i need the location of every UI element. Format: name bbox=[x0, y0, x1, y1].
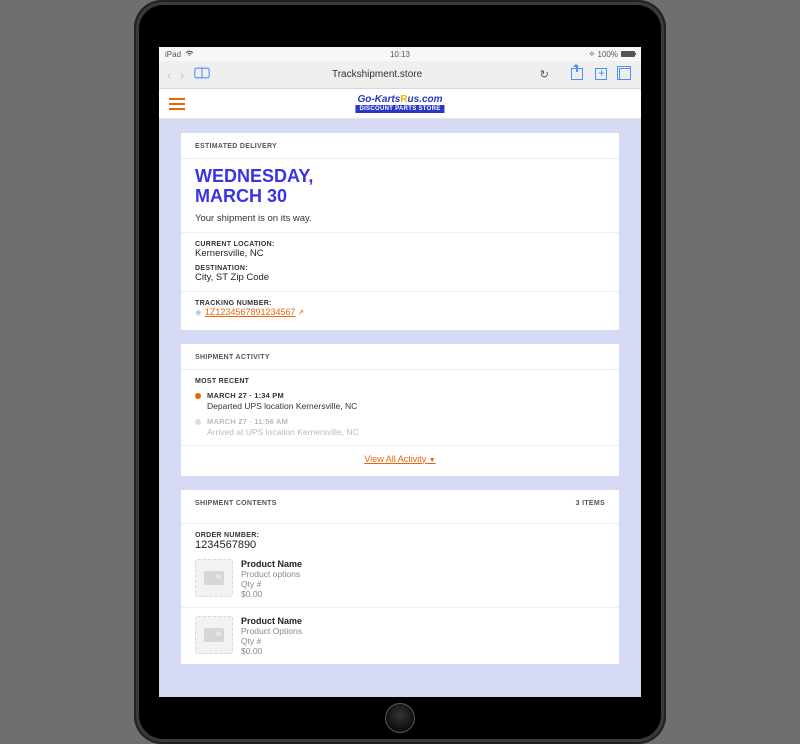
order-number-label: ORDER NUMBER: bbox=[195, 532, 605, 539]
product-qty: Qty # bbox=[241, 579, 302, 589]
activity-section-label: SHIPMENT ACTIVITY bbox=[195, 354, 605, 361]
reload-button[interactable]: ↻ bbox=[540, 68, 549, 81]
page-body: ESTIMATED DELIVERY WEDNESDAY, MARCH 30 Y… bbox=[159, 119, 641, 697]
shipment-status: Your shipment is on its way. bbox=[195, 213, 605, 224]
bookmarks-button[interactable] bbox=[190, 67, 214, 82]
activity-item: MARCH 27 · 1:34 PM Departed UPS location… bbox=[195, 391, 605, 411]
home-button[interactable] bbox=[385, 703, 415, 733]
delivery-section-label: ESTIMATED DELIVERY bbox=[195, 143, 605, 150]
delivery-card: ESTIMATED DELIVERY WEDNESDAY, MARCH 30 Y… bbox=[181, 133, 619, 330]
destination-label: DESTINATION: bbox=[195, 265, 605, 272]
app-header: Go-KartsRus.com DISCOUNT PARTS STORE bbox=[159, 89, 641, 119]
product-options: Product Options bbox=[241, 626, 302, 636]
order-number-value: 1234567890 bbox=[195, 539, 605, 551]
tracking-row: ◈1Z1234567891234567↗ bbox=[195, 307, 605, 318]
share-button[interactable] bbox=[567, 67, 587, 83]
product-thumbnail bbox=[195, 616, 233, 654]
product-price: $0.00 bbox=[241, 646, 302, 656]
tabs-button[interactable] bbox=[615, 67, 635, 83]
forward-button[interactable]: › bbox=[178, 67, 187, 83]
tracking-number-label: TRACKING NUMBER: bbox=[195, 300, 605, 307]
divider bbox=[181, 523, 619, 524]
clock: 10:13 bbox=[159, 50, 641, 59]
activity-dot-icon bbox=[195, 419, 201, 425]
divider bbox=[181, 445, 619, 446]
ipad-bezel: iPad 10:13 ⟡ 100% ‹ › Tracks bbox=[139, 5, 661, 739]
url-text: Trackshipment.store bbox=[332, 69, 422, 80]
product-row: Product Name Product options Qty # $0.00 bbox=[195, 551, 605, 607]
contents-card: SHIPMENT CONTENTS 3 ITEMS ORDER NUMBER: … bbox=[181, 490, 619, 664]
screen: iPad 10:13 ⟡ 100% ‹ › Tracks bbox=[159, 47, 641, 697]
activity-dot-icon bbox=[195, 393, 201, 399]
most-recent-label: MOST RECENT bbox=[195, 378, 605, 385]
tracking-link[interactable]: 1Z1234567891234567 bbox=[205, 307, 296, 317]
product-name: Product Name bbox=[241, 616, 302, 626]
ipad-frame: iPad 10:13 ⟡ 100% ‹ › Tracks bbox=[134, 0, 666, 744]
external-link-icon: ↗ bbox=[298, 308, 305, 317]
divider bbox=[181, 158, 619, 159]
product-qty: Qty # bbox=[241, 636, 302, 646]
new-tab-button[interactable] bbox=[591, 67, 611, 83]
activity-item: MARCH 27 · 11:56 AM Arrived at UPS locat… bbox=[195, 417, 605, 437]
address-bar[interactable]: Trackshipment.store bbox=[242, 69, 511, 80]
caret-down-icon: ▼ bbox=[429, 457, 436, 464]
menu-button[interactable] bbox=[169, 98, 185, 110]
back-button[interactable]: ‹ bbox=[165, 67, 174, 83]
divider bbox=[181, 291, 619, 292]
activity-time: MARCH 27 · 1:34 PM bbox=[207, 391, 357, 400]
product-name: Product Name bbox=[241, 559, 302, 569]
contents-section-label: SHIPMENT CONTENTS bbox=[195, 500, 277, 507]
status-bar: iPad 10:13 ⟡ 100% bbox=[159, 47, 641, 61]
current-location-label: CURRENT LOCATION: bbox=[195, 241, 605, 248]
current-location-value: Kernersville, NC bbox=[195, 248, 605, 259]
product-thumbnail bbox=[195, 559, 233, 597]
divider bbox=[181, 232, 619, 233]
activity-card: SHIPMENT ACTIVITY MOST RECENT MARCH 27 ·… bbox=[181, 344, 619, 476]
destination-value: City, ST Zip Code bbox=[195, 272, 605, 283]
store-logo[interactable]: Go-KartsRus.com DISCOUNT PARTS STORE bbox=[355, 95, 444, 113]
product-options: Product options bbox=[241, 569, 302, 579]
product-row: Product Name Product Options Qty # $0.00 bbox=[195, 608, 605, 664]
estimated-date: WEDNESDAY, MARCH 30 bbox=[195, 167, 605, 207]
contents-count: 3 ITEMS bbox=[576, 500, 605, 507]
divider bbox=[181, 369, 619, 370]
product-price: $0.00 bbox=[241, 589, 302, 599]
view-all-activity-link[interactable]: View All Activity ▼ bbox=[195, 454, 605, 464]
activity-desc: Departed UPS location Kernersville, NC bbox=[207, 401, 357, 411]
browser-toolbar: ‹ › Trackshipment.store ↻ bbox=[159, 61, 641, 89]
activity-desc: Arrived at UPS location Kernersville, NC bbox=[207, 427, 359, 437]
battery-icon bbox=[621, 51, 635, 57]
carrier-icon: ◈ bbox=[195, 307, 202, 317]
activity-time: MARCH 27 · 11:56 AM bbox=[207, 417, 359, 426]
